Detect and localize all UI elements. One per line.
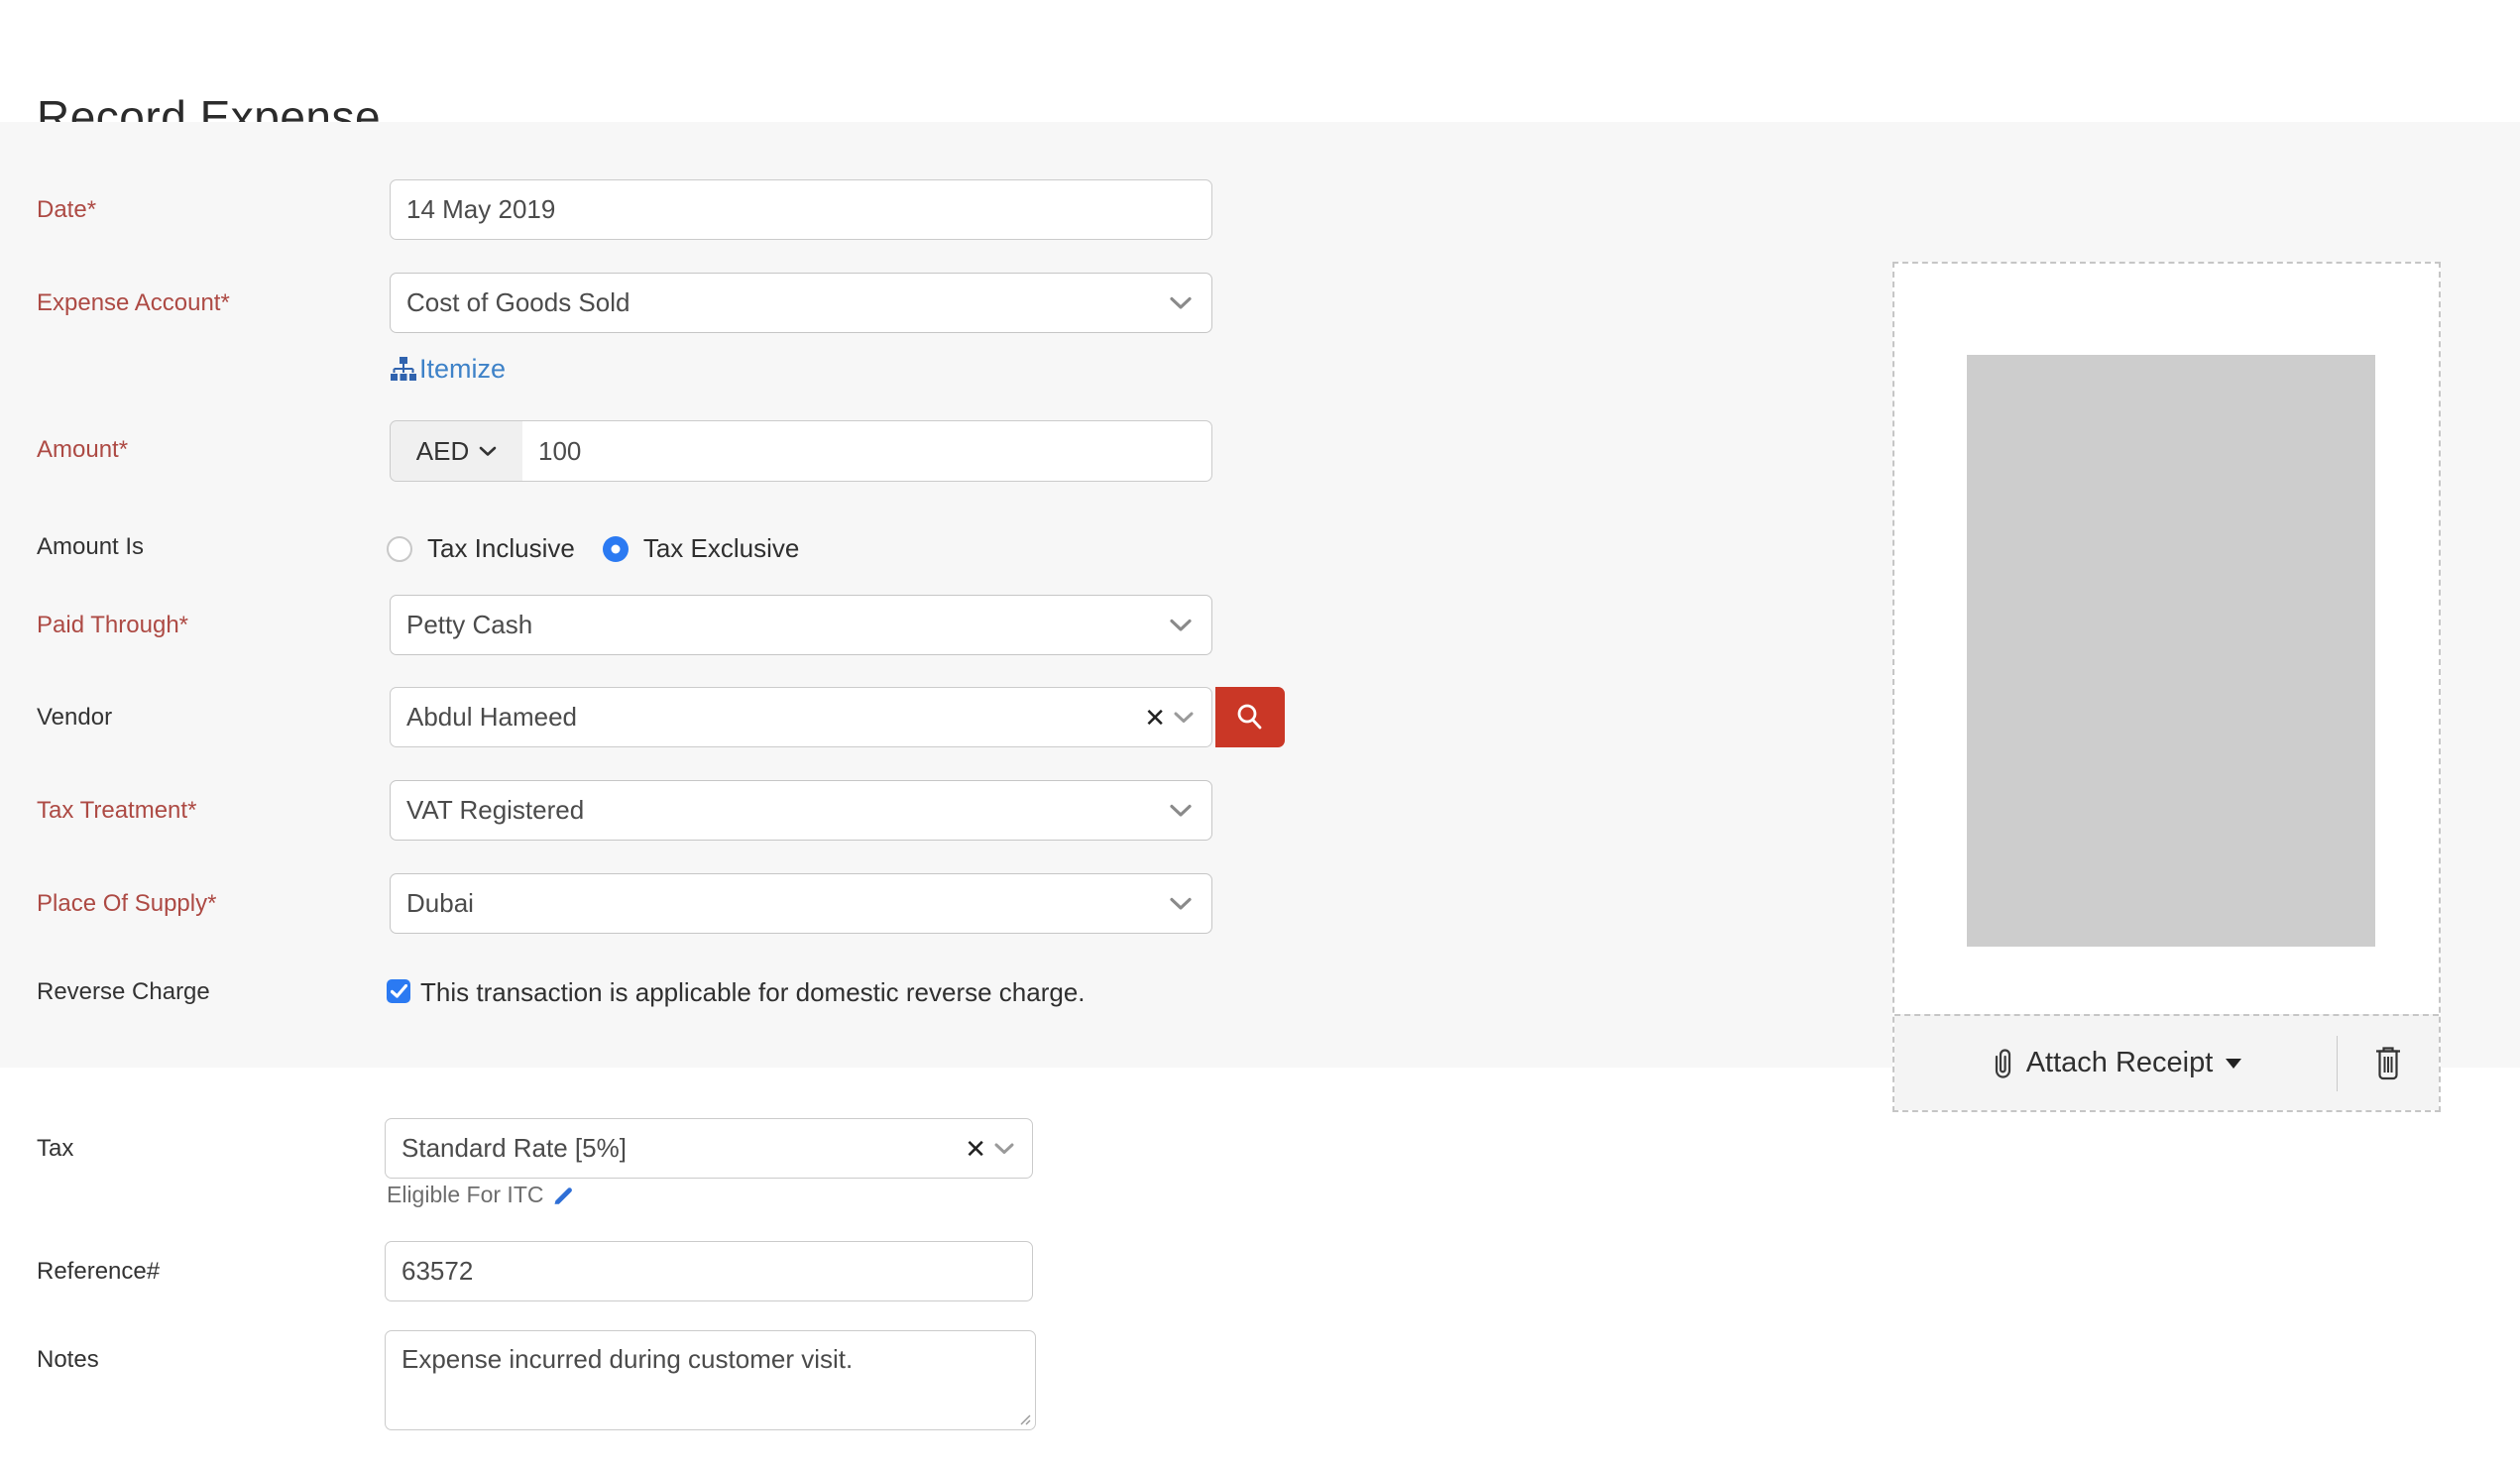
- reverse-charge-label: Reverse Charge: [37, 977, 364, 1007]
- reference-field: [385, 1241, 1033, 1301]
- date-input[interactable]: [391, 180, 1211, 239]
- tax-inclusive-label[interactable]: Tax Inclusive: [427, 533, 575, 564]
- tax-label: Tax: [37, 1134, 364, 1164]
- place-of-supply-value: Dubai: [406, 888, 1196, 919]
- amount-is-radio-group: Tax Inclusive Tax Exclusive: [387, 533, 799, 564]
- receipt-toolbar: Attach Receipt: [1894, 1014, 2439, 1110]
- paperclip-icon: [1990, 1047, 2015, 1080]
- expense-account-value: Cost of Goods Sold: [406, 287, 1196, 318]
- amount-field: [522, 420, 1212, 482]
- tax-input[interactable]: [386, 1119, 959, 1178]
- pencil-icon[interactable]: [552, 1185, 574, 1206]
- currency-value: AED: [416, 436, 469, 467]
- currency-select[interactable]: AED: [390, 420, 523, 482]
- delete-receipt-button[interactable]: [2338, 1016, 2439, 1110]
- itemize-link[interactable]: Itemize: [390, 354, 506, 385]
- reverse-charge-text[interactable]: This transaction is applicable for domes…: [420, 977, 1086, 1007]
- date-field: [390, 179, 1212, 240]
- notes-field: Expense incurred during customer visit.: [385, 1330, 1036, 1430]
- reverse-charge-checkbox[interactable]: [387, 979, 410, 1003]
- vendor-label: Vendor: [37, 703, 364, 733]
- x-icon[interactable]: ✕: [959, 1136, 992, 1162]
- resize-grip-icon[interactable]: [1017, 1412, 1031, 1425]
- attach-receipt-label: Attach Receipt: [2026, 1047, 2214, 1079]
- tax-treatment-value: VAT Registered: [406, 795, 1196, 826]
- caret-down-icon: [2226, 1059, 2241, 1069]
- amount-label: Amount*: [37, 435, 364, 465]
- search-icon: [1234, 702, 1266, 734]
- tax-treatment-select[interactable]: VAT Registered: [390, 780, 1212, 841]
- tax-exclusive-radio[interactable]: [603, 536, 629, 562]
- tax-inclusive-radio[interactable]: [387, 536, 412, 562]
- chevron-down-icon: [1170, 296, 1192, 309]
- vendor-input[interactable]: [391, 688, 1138, 746]
- tax-exclusive-label[interactable]: Tax Exclusive: [643, 533, 800, 564]
- chevron-down-icon: [1170, 897, 1192, 910]
- paid-through-value: Petty Cash: [406, 610, 1196, 640]
- record-expense-page: Record Expense Date* Expense Account* Co…: [0, 0, 2520, 1469]
- reference-input[interactable]: [386, 1242, 1032, 1300]
- amount-is-label: Amount Is: [37, 532, 364, 562]
- chevron-down-icon: [479, 446, 497, 457]
- receipt-dropzone[interactable]: Attach Receipt: [1892, 262, 2441, 1112]
- checkmark-icon: [391, 984, 407, 998]
- expense-account-select[interactable]: Cost of Goods Sold: [390, 273, 1212, 333]
- receipt-preview-image: [1967, 355, 2375, 947]
- expense-account-label: Expense Account*: [37, 288, 364, 318]
- notes-textarea[interactable]: Expense incurred during customer visit.: [386, 1331, 1035, 1429]
- tax-field: ✕: [385, 1118, 1033, 1179]
- chevron-down-icon[interactable]: [994, 1143, 1014, 1155]
- eligible-itc-text: Eligible For ITC: [387, 1182, 543, 1208]
- tax-treatment-label: Tax Treatment*: [37, 796, 364, 826]
- attach-receipt-button[interactable]: Attach Receipt: [1894, 1016, 2337, 1110]
- reference-label: Reference#: [37, 1257, 364, 1287]
- chevron-down-icon[interactable]: [1174, 712, 1194, 724]
- paid-through-label: Paid Through*: [37, 611, 364, 640]
- chevron-down-icon: [1170, 804, 1192, 817]
- date-label: Date*: [37, 195, 364, 225]
- paid-through-select[interactable]: Petty Cash: [390, 595, 1212, 655]
- vendor-search-button[interactable]: [1215, 687, 1285, 747]
- place-of-supply-select[interactable]: Dubai: [390, 873, 1212, 934]
- sitemap-icon: [390, 356, 416, 383]
- place-of-supply-label: Place Of Supply*: [37, 889, 364, 919]
- x-icon[interactable]: ✕: [1138, 705, 1172, 731]
- eligible-itc-row: Eligible For ITC: [387, 1182, 574, 1208]
- itemize-label: Itemize: [419, 354, 506, 385]
- vendor-field: ✕: [390, 687, 1212, 747]
- notes-label: Notes: [37, 1345, 364, 1375]
- trash-icon: [2372, 1045, 2404, 1081]
- reverse-charge-row: This transaction is applicable for domes…: [387, 977, 1086, 1007]
- chevron-down-icon: [1170, 619, 1192, 631]
- amount-input[interactable]: [522, 421, 1211, 481]
